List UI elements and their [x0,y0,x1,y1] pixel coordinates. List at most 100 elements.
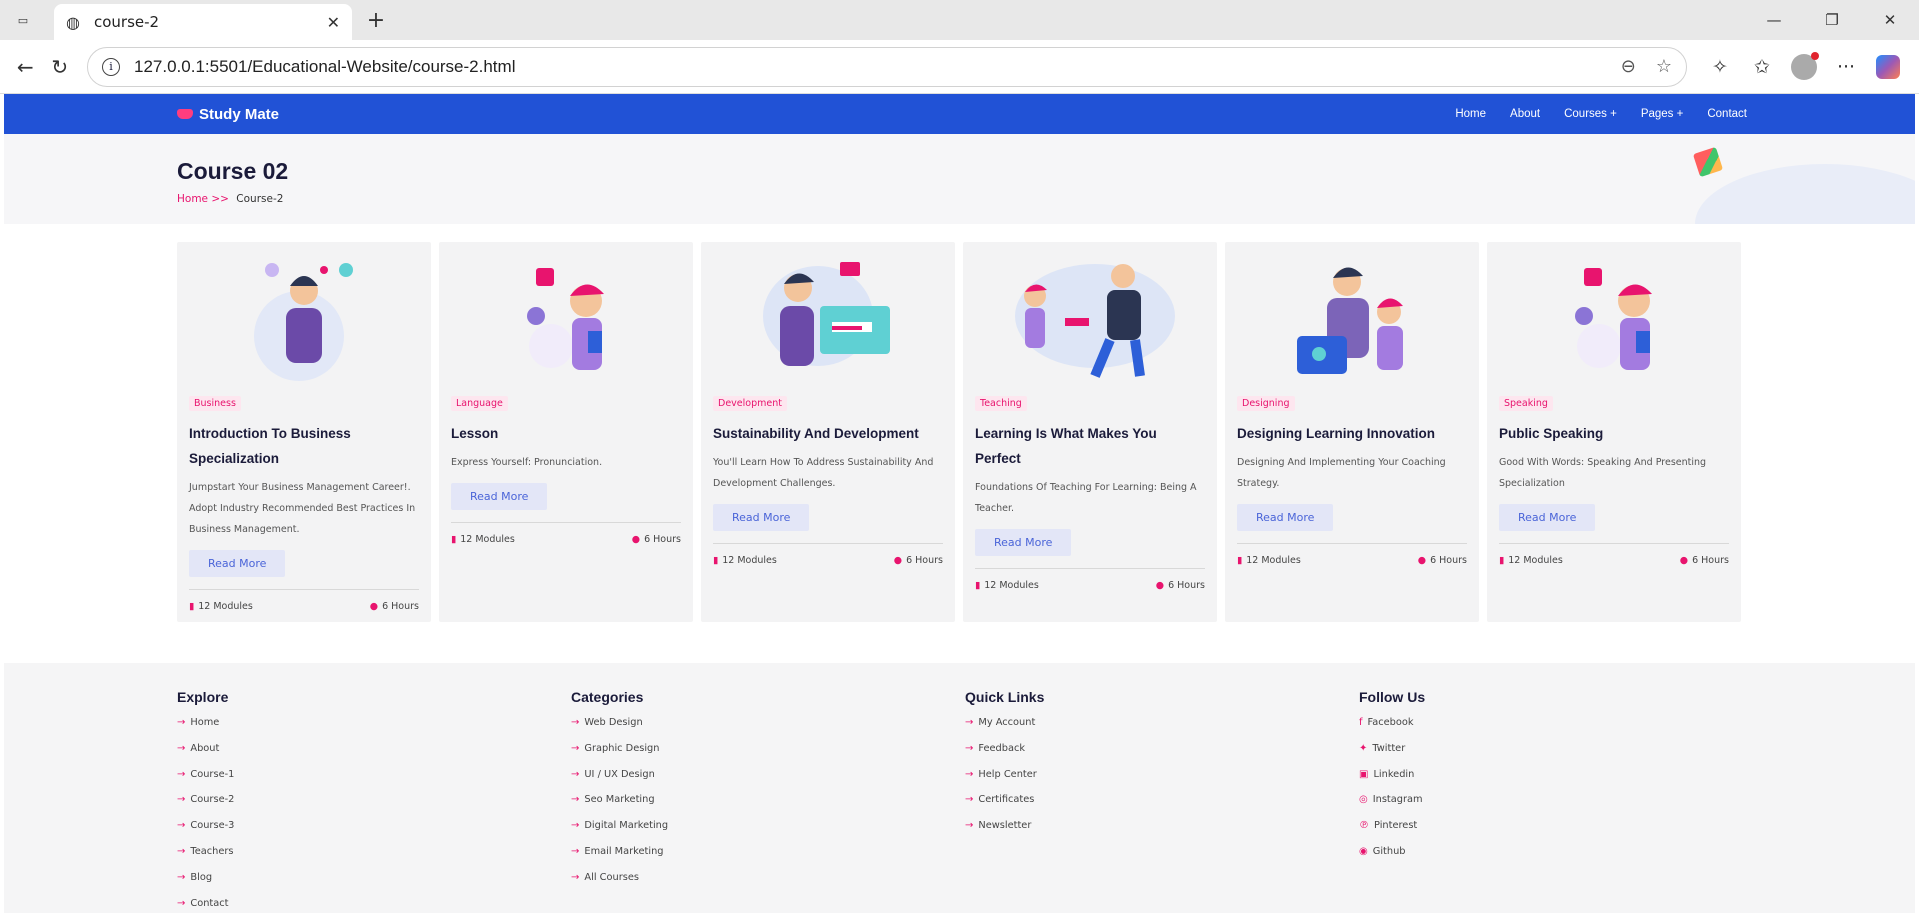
url-bar[interactable]: i 127.0.0.1:5501/Educational-Website/cou… [87,46,1687,87]
footer-link[interactable]: → My Account [965,717,1359,743]
footer-social-link[interactable]: ✦ Twitter [1359,743,1753,769]
course-title[interactable]: Lesson [451,421,681,446]
read-more-button[interactable]: Read More [713,504,810,531]
graduation-cap-icon [177,109,193,119]
page-title: Course 02 [177,158,289,184]
arrow-right-icon: → [965,820,974,832]
course-tag[interactable]: Business [189,396,241,411]
course-title[interactable]: Sustainability And Development [713,421,943,446]
url-text[interactable]: 127.0.0.1:5501/Educational-Website/cours… [134,57,1601,77]
course-illustration [975,252,1205,390]
course-tag[interactable]: Development [713,396,787,411]
new-tab-button[interactable]: + [362,6,390,34]
clock-icon: ● [1417,555,1427,566]
footer-link[interactable]: → Feedback [965,743,1359,769]
course-meta: ▮ 12 Modules ● 6 Hours [1499,543,1729,566]
read-more-button[interactable]: Read More [1499,504,1596,531]
read-more-button[interactable]: Read More [975,529,1072,556]
course-title[interactable]: Public Speaking [1499,421,1729,446]
restore-icon[interactable]: ❐ [1803,0,1861,40]
brand-logo[interactable]: Study Mate [177,106,279,123]
footer-social-link[interactable]: ▣ Linkedin [1359,769,1753,795]
minimize-icon[interactable]: — [1745,0,1803,40]
close-tab-icon[interactable]: ✕ [327,13,340,32]
footer-heading: Categories [571,689,644,705]
footer-link[interactable]: → Email Marketing [571,846,965,872]
site-footer: Explore → Home → About → Course-1 → Course-2… [4,663,1915,913]
footer-link[interactable]: → Course-1 [177,769,571,795]
hours-count: 6 Hours [1168,580,1205,591]
refresh-icon[interactable]: ↻ [45,47,76,87]
footer-link[interactable]: → Help Center [965,769,1359,795]
page-header: Course 02 Home >> Course-2 [4,134,1915,224]
twitter-icon: ✦ [1359,742,1368,754]
browser-tabbar: ▭ ◍ course-2 ✕ + — ❐ ✕ [0,0,1919,40]
breadcrumb-home[interactable]: Home >> [177,193,229,205]
footer-social-link[interactable]: ◉ Github [1359,846,1753,872]
site-info-icon[interactable]: i [102,57,120,76]
course-card: Teaching Learning Is What Makes You Perf… [963,242,1217,622]
footer-link[interactable]: → Contact [177,898,571,913]
footer-link[interactable]: → Digital Marketing [571,820,965,846]
footer-link[interactable]: → Course-3 [177,820,571,846]
arrow-right-icon: → [965,717,974,728]
menu-pages[interactable]: Pages + [1641,108,1684,120]
site-navbar: Study Mate Home About Courses + Pages + … [4,94,1915,134]
course-meta: ▮ 12 Modules ● 6 Hours [1237,543,1467,566]
footer-link[interactable]: → Home [177,717,571,743]
copilot-icon[interactable] [1867,47,1909,87]
course-meta: ▮ 12 Modules ● 6 Hours [451,522,681,545]
arrow-right-icon: → [571,768,580,780]
extensions-icon[interactable]: ✧ [1699,47,1741,87]
arrow-right-icon: → [177,871,186,883]
footer-link[interactable]: → Web Design [571,717,965,743]
close-window-icon[interactable]: ✕ [1861,0,1919,40]
zoom-icon[interactable]: ⊖ [1621,56,1636,77]
course-tag[interactable]: Speaking [1499,396,1553,411]
course-tag[interactable]: Designing [1237,396,1295,411]
footer-link[interactable]: → Course-2 [177,794,571,820]
brand-name: Study Mate [199,105,280,123]
footer-link[interactable]: → All Courses [571,872,965,898]
favorites-icon[interactable]: ✩ [1741,47,1783,87]
footer-link[interactable]: → Certificates [965,794,1359,820]
footer-link[interactable]: → Blog [177,872,571,898]
arrow-right-icon: → [177,742,186,754]
footer-link[interactable]: → Teachers [177,846,571,872]
menu-courses[interactable]: Courses + [1564,108,1617,120]
read-more-button[interactable]: Read More [1237,504,1334,531]
arrow-right-icon: → [571,820,580,832]
hours-count: 6 Hours [1692,555,1729,566]
favorite-star-icon[interactable]: ☆ [1656,56,1672,77]
more-menu-icon[interactable]: ··· [1825,47,1867,87]
globe-icon: ◍ [66,12,80,32]
course-title[interactable]: Learning Is What Makes You Perfect [975,421,1205,471]
profile-avatar[interactable] [1783,47,1825,87]
read-more-button[interactable]: Read More [451,483,548,510]
back-icon[interactable]: ← [10,47,41,87]
arrow-right-icon: → [177,820,186,832]
course-title[interactable]: Designing Learning Innovation [1237,421,1467,446]
footer-link[interactable]: → Graphic Design [571,743,965,769]
sidebar-toggle-icon[interactable]: ▭ [0,0,46,40]
main-menu: Home About Courses + Pages + Contact [1455,108,1747,120]
footer-link[interactable]: → About [177,743,571,769]
footer-social-link[interactable]: ℗ Pinterest [1359,820,1753,846]
menu-home[interactable]: Home [1455,108,1486,120]
pinterest-icon: ℗ [1359,820,1369,832]
course-title[interactable]: Introduction To Business Specialization [189,421,419,471]
footer-social-link[interactable]: f Facebook [1359,717,1753,743]
clock-icon: ● [893,555,903,566]
course-tag[interactable]: Teaching [975,396,1027,411]
footer-link[interactable]: → Seo Marketing [571,794,965,820]
course-description: Foundations Of Teaching For Learning: Be… [975,482,1197,514]
browser-tab[interactable]: ◍ course-2 ✕ [54,4,352,40]
menu-contact[interactable]: Contact [1707,108,1747,120]
footer-link[interactable]: → Newsletter [965,820,1359,846]
menu-about[interactable]: About [1510,108,1540,120]
footer-social-link[interactable]: ◎ Instagram [1359,794,1753,820]
footer-link[interactable]: → UI / UX Design [571,769,965,795]
address-bar-row: ← ↻ i 127.0.0.1:5501/Educational-Website… [0,40,1919,94]
read-more-button[interactable]: Read More [189,550,286,577]
course-tag[interactable]: Language [451,396,508,411]
